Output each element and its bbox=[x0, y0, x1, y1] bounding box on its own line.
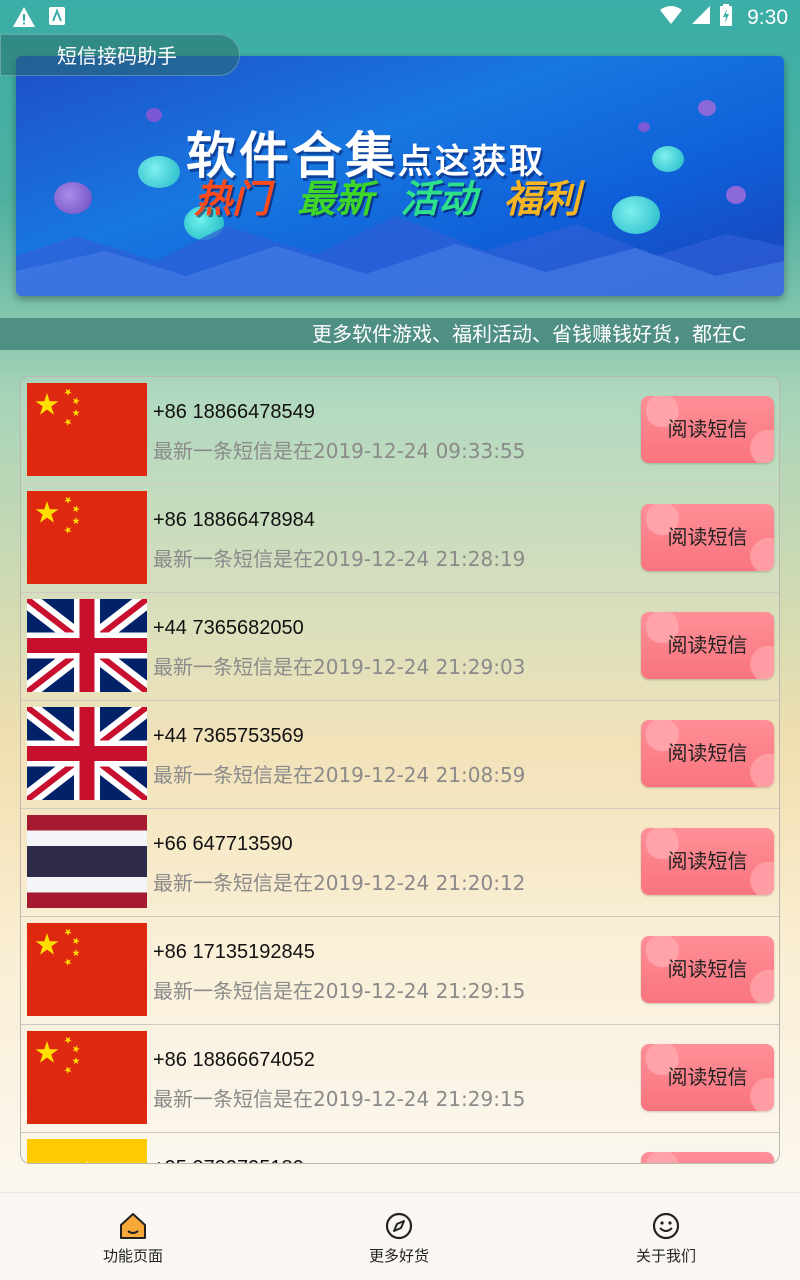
last-sms-time: 最新一条短信是在2019-12-24 21:20:12 bbox=[153, 871, 526, 895]
home-icon bbox=[118, 1211, 148, 1241]
flag-uk-icon bbox=[27, 707, 147, 800]
last-sms-time: 最新一条短信是在2019-12-24 21:29:03 bbox=[153, 655, 526, 679]
flag-cn-icon bbox=[27, 923, 147, 1016]
app-title: 短信接码助手 bbox=[0, 34, 240, 76]
bottom-nav: 功能页面 更多好货 关于我们 bbox=[0, 1192, 800, 1280]
read-sms-button[interactable]: 阅读短信 bbox=[641, 1152, 774, 1163]
status-bar: 9:30 bbox=[0, 0, 800, 34]
phone-number-list[interactable]: +86 18866478549 最新一条短信是在2019-12-24 09:33:… bbox=[20, 376, 780, 1164]
flag-cn-icon bbox=[27, 383, 147, 476]
read-sms-button[interactable]: 阅读短信 bbox=[641, 504, 774, 571]
compass-icon bbox=[384, 1211, 414, 1241]
list-item[interactable]: +86 17135192845 最新一条短信是在2019-12-24 21:29:… bbox=[21, 917, 779, 1025]
clock: 9:30 bbox=[747, 5, 788, 29]
flag-cn-icon bbox=[27, 491, 147, 584]
banner-mountains bbox=[16, 216, 784, 296]
read-sms-button[interactable]: 阅读短信 bbox=[641, 828, 774, 895]
list-item[interactable]: +44 7365682050 最新一条短信是在2019-12-24 21:29:0… bbox=[21, 593, 779, 701]
read-sms-button[interactable]: 阅读短信 bbox=[641, 612, 774, 679]
read-sms-button[interactable]: 阅读短信 bbox=[641, 720, 774, 787]
list-item[interactable]: +86 18866674052 最新一条短信是在2019-12-24 21:29:… bbox=[21, 1025, 779, 1133]
phone-number: +86 17135192845 bbox=[153, 941, 315, 963]
last-sms-time: 最新一条短信是在2019-12-24 09:33:55 bbox=[153, 439, 526, 463]
last-sms-time: 最新一条短信是在2019-12-24 21:28:19 bbox=[153, 547, 526, 571]
nav-item-home[interactable]: 功能页面 bbox=[0, 1193, 266, 1280]
flag-th-icon bbox=[27, 815, 147, 908]
read-sms-button[interactable]: 阅读短信 bbox=[641, 396, 774, 463]
list-item[interactable]: +86 18866478984 最新一条短信是在2019-12-24 21:28:… bbox=[21, 485, 779, 593]
battery-charging-icon bbox=[719, 4, 733, 31]
list-item[interactable]: +44 7365753569 最新一条短信是在2019-12-24 21:08:5… bbox=[21, 701, 779, 809]
phone-number: +66 647713590 bbox=[153, 833, 293, 855]
nav-item-more[interactable]: 更多好货 bbox=[266, 1193, 532, 1280]
smiley-icon bbox=[651, 1211, 681, 1241]
last-sms-time: 最新一条短信是在2019-12-24 21:29:15 bbox=[153, 1087, 526, 1111]
phone-number: +86 18866478549 bbox=[153, 401, 315, 423]
list-item[interactable]: +66 647713590 最新一条短信是在2019-12-24 21:20:12… bbox=[21, 809, 779, 917]
phone-number: +86 18866674052 bbox=[153, 1049, 315, 1071]
marquee-text: 更多软件游戏、福利活动、省钱赚钱好货，都在C bbox=[312, 322, 746, 346]
flag-uk-icon bbox=[27, 599, 147, 692]
phone-number: +44 7365753569 bbox=[153, 725, 304, 747]
read-sms-button[interactable]: 阅读短信 bbox=[641, 936, 774, 1003]
flag-mm-icon bbox=[27, 1139, 147, 1163]
phone-number: +86 18866478984 bbox=[153, 509, 315, 531]
phone-number: +95 9799795180 bbox=[153, 1157, 304, 1163]
signal-icon bbox=[691, 5, 711, 30]
list-item[interactable]: +95 9799795180 阅读短信 bbox=[21, 1133, 779, 1163]
list-item[interactable]: +86 18866478549 最新一条短信是在2019-12-24 09:33:… bbox=[21, 377, 779, 485]
wifi-icon bbox=[659, 5, 683, 30]
nav-label: 功能页面 bbox=[102, 1247, 163, 1265]
last-sms-time: 最新一条短信是在2019-12-24 21:08:59 bbox=[153, 763, 526, 787]
notification-app-icon bbox=[48, 6, 66, 33]
last-sms-time: 最新一条短信是在2019-12-24 21:29:15 bbox=[153, 979, 526, 1003]
flag-cn-icon bbox=[27, 1031, 147, 1124]
nav-label: 关于我们 bbox=[635, 1247, 696, 1265]
warning-icon bbox=[12, 6, 36, 33]
nav-item-about[interactable]: 关于我们 bbox=[533, 1193, 799, 1280]
promo-banner[interactable]: 软件合集点这获取 热门 最新 活动 福利 bbox=[16, 56, 784, 296]
read-sms-button[interactable]: 阅读短信 bbox=[641, 1044, 774, 1111]
nav-label: 更多好货 bbox=[368, 1247, 429, 1265]
marquee-banner[interactable]: 更多软件游戏、福利活动、省钱赚钱好货，都在C bbox=[0, 318, 800, 350]
phone-number: +44 7365682050 bbox=[153, 617, 304, 639]
